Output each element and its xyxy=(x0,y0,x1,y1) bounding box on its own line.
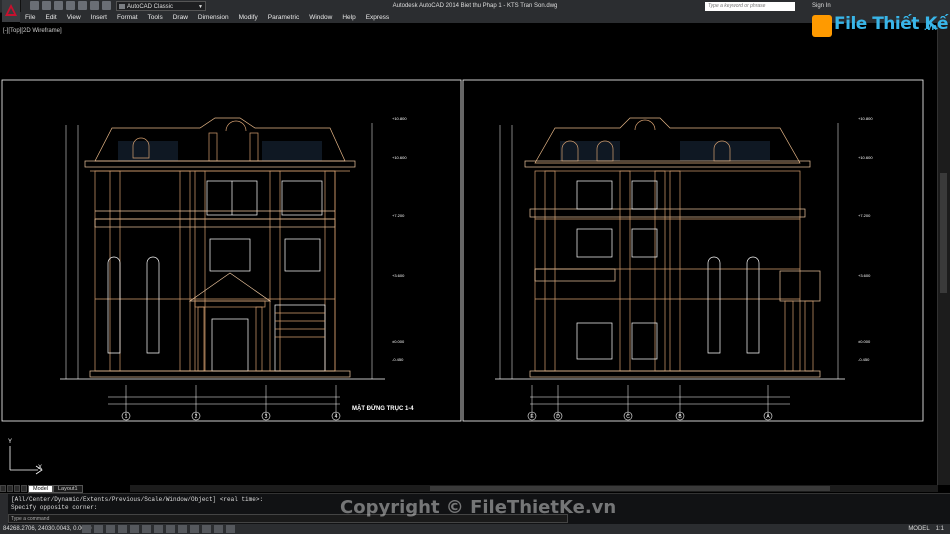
axis-label: 2 xyxy=(195,414,198,420)
coordinate-readout: 84268.2706, 24030.0043, 0.0000 xyxy=(3,526,92,532)
axis-label: 4 xyxy=(335,414,338,420)
tab-nav-last[interactable] xyxy=(21,485,27,492)
menu-format[interactable]: Format xyxy=(112,12,143,23)
level-label: +10.800 xyxy=(392,116,407,121)
ducs-icon[interactable] xyxy=(166,525,175,533)
otrack-icon[interactable] xyxy=(154,525,163,533)
elevation-title: MẶT ĐỨNG TRỤC 1-4 xyxy=(352,405,414,412)
menu-modify[interactable]: Modify xyxy=(234,12,263,23)
vertical-scrollbar[interactable] xyxy=(937,23,950,485)
grid-icon[interactable] xyxy=(94,525,103,533)
menu-parametric[interactable]: Parametric xyxy=(263,12,304,23)
snap-icon[interactable] xyxy=(82,525,91,533)
status-bar: 84268.2706, 24030.0043, 0.0000 MODEL 1:1 xyxy=(0,524,950,534)
window-title: Autodesk AutoCAD 2014 Biet thu Phap 1 - … xyxy=(392,3,558,9)
quickprops-icon[interactable] xyxy=(214,525,223,533)
command-history-line: Specify opposite corner: xyxy=(11,504,98,511)
menu-edit[interactable]: Edit xyxy=(40,12,61,23)
copyright-watermark: Copyright © FileThietKe.vn xyxy=(340,497,617,518)
selection-cycling-icon[interactable] xyxy=(226,525,235,533)
left-elevation xyxy=(60,117,385,380)
layout-tabs: Model Layout1 xyxy=(0,485,83,493)
brand-domain: .vn xyxy=(924,22,938,32)
brand-icon xyxy=(812,15,832,37)
level-label: -0.450 xyxy=(392,357,404,362)
dyn-icon[interactable] xyxy=(178,525,187,533)
tab-nav-prev[interactable] xyxy=(7,485,13,492)
level-label: +7.200 xyxy=(392,213,405,218)
status-right: MODEL 1:1 xyxy=(908,524,944,534)
model-space-button[interactable]: MODEL xyxy=(908,524,929,534)
3dosnap-icon[interactable] xyxy=(142,525,151,533)
menu-insert[interactable]: Insert xyxy=(86,12,112,23)
level-label: +10.600 xyxy=(858,155,873,160)
axis-label: A xyxy=(766,414,770,420)
menu-bar: File Edit View Insert Format Tools Draw … xyxy=(20,12,950,23)
level-label: ±0.000 xyxy=(392,339,405,344)
osnap-icon[interactable] xyxy=(130,525,139,533)
axis-label: B xyxy=(678,414,682,420)
axis-label: D xyxy=(556,414,560,420)
axis-label: E xyxy=(530,414,534,420)
menu-dimension[interactable]: Dimension xyxy=(193,12,234,23)
level-label: ±0.000 xyxy=(858,339,871,344)
drawing-viewport[interactable]: [-][Top][2D Wireframe] 1 2 3 4 +10.800 +… xyxy=(0,23,950,485)
menu-help[interactable]: Help xyxy=(337,12,360,23)
left-sheet-border xyxy=(1,79,462,422)
menu-view[interactable]: View xyxy=(62,12,86,23)
level-label: +10.600 xyxy=(392,155,407,160)
polar-icon[interactable] xyxy=(118,525,127,533)
menu-window[interactable]: Window xyxy=(304,12,337,23)
level-label: +3.600 xyxy=(392,273,405,278)
axis-label: 1 xyxy=(125,414,128,420)
sign-in-button[interactable]: Sign In xyxy=(812,1,831,11)
tab-layout1[interactable]: Layout1 xyxy=(52,485,83,493)
menu-draw[interactable]: Draw xyxy=(168,12,193,23)
svg-text:Y: Y xyxy=(8,439,12,445)
command-grip[interactable] xyxy=(0,494,8,525)
right-axis-bubbles: E D C B A xyxy=(527,411,773,421)
status-toggles xyxy=(82,525,235,533)
axis-label: C xyxy=(626,414,630,420)
tab-model[interactable]: Model xyxy=(28,485,53,493)
search-input[interactable]: Type a keyword or phrase xyxy=(705,2,795,11)
level-label: -0.450 xyxy=(858,357,870,362)
menu-express[interactable]: Express xyxy=(361,12,394,23)
ucs-icon: Y X xyxy=(8,439,43,475)
brand-logo: File Thiết Kế .vn xyxy=(812,12,949,42)
lineweight-icon[interactable] xyxy=(190,525,199,533)
right-level-marks: +10.800 +10.600 +7.200 +3.600 ±0.000 -0.… xyxy=(858,116,873,362)
svg-text:X: X xyxy=(38,465,42,471)
drawing-canvas: 1 2 3 4 +10.800 +10.600 +7.200 +3.600 ±0… xyxy=(1,79,924,475)
tab-nav-first[interactable] xyxy=(0,485,6,492)
menu-tools[interactable]: Tools xyxy=(143,12,168,23)
axis-label: 3 xyxy=(265,414,268,420)
command-history-line: [All/Center/Dynamic/Extents/Previous/Sca… xyxy=(11,496,264,503)
right-elevation xyxy=(495,117,845,380)
transparency-icon[interactable] xyxy=(202,525,211,533)
right-sheet-border xyxy=(462,79,924,422)
tab-nav-next[interactable] xyxy=(14,485,20,492)
left-axis-bubbles: 1 2 3 4 xyxy=(121,411,341,421)
level-label: +10.800 xyxy=(858,116,873,121)
level-label: +3.600 xyxy=(858,273,871,278)
scroll-thumb[interactable] xyxy=(940,173,947,293)
level-label: +7.200 xyxy=(858,213,871,218)
annotation-scale[interactable]: 1:1 xyxy=(936,524,944,534)
menu-file[interactable]: File xyxy=(20,12,40,23)
scroll-thumb[interactable] xyxy=(430,486,830,491)
ortho-icon[interactable] xyxy=(106,525,115,533)
left-level-marks: +10.800 +10.600 +7.200 +3.600 ±0.000 -0.… xyxy=(392,116,407,362)
horizontal-scrollbar[interactable] xyxy=(130,485,938,492)
